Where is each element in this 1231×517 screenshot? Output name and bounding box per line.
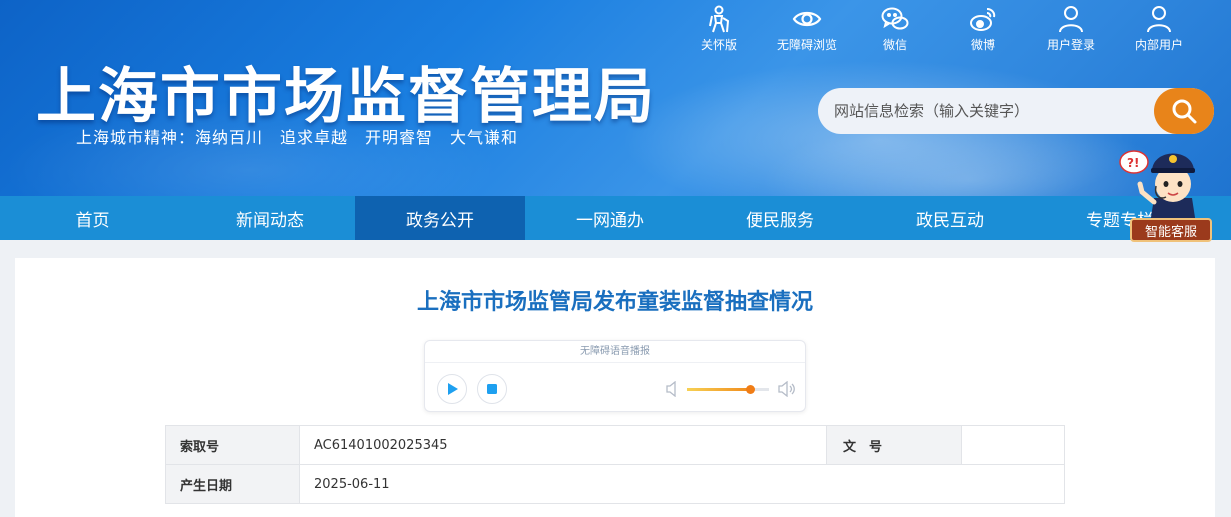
main-nav: 首页 新闻动态 政务公开 一网通办 便民服务 政民互动 专题专栏	[0, 196, 1231, 240]
weibo-icon	[970, 8, 996, 31]
article-title: 上海市市场监管局发布童装监督抽查情况	[416, 290, 813, 315]
volume-high-icon	[778, 381, 795, 397]
stop-button[interactable]	[477, 374, 507, 404]
top-link-care-version[interactable]: 关怀版	[675, 4, 763, 53]
nav-item-public-service[interactable]: 便民服务	[695, 196, 865, 240]
svg-text:?!: ?!	[1127, 156, 1139, 170]
top-links: 关怀版 无障碍浏览 微信 微博 用户登录 内部用户	[675, 4, 1203, 53]
volume-low-icon	[666, 381, 676, 397]
top-link-weibo[interactable]: 微博	[939, 4, 1027, 53]
nav-item-government-affairs[interactable]: 政务公开	[355, 196, 525, 240]
site-slogan: 上海城市精神：海纳百川 追求卓越 开明睿智 大气谦和	[76, 128, 519, 147]
nav-item-one-stop-service[interactable]: 一网通办	[525, 196, 695, 240]
search-box	[818, 88, 1214, 134]
table-row: 产生日期 2025-06-11	[165, 464, 1065, 504]
top-link-label: 微信	[882, 38, 907, 52]
meta-value-doc-no	[961, 425, 1065, 465]
top-link-internal-user[interactable]: 内部用户	[1115, 4, 1203, 53]
nav-item-interaction[interactable]: 政民互动	[865, 196, 1035, 240]
top-link-wechat[interactable]: 微信	[851, 4, 939, 53]
top-link-user-login[interactable]: 用户登录	[1027, 4, 1115, 53]
meta-label-index-no: 索取号	[165, 425, 300, 465]
top-link-label: 微博	[970, 38, 995, 52]
user-icon	[1147, 6, 1171, 33]
eye-icon	[792, 11, 822, 27]
meta-value-index-no: AC61401002025345	[299, 425, 827, 465]
top-link-label: 关怀版	[700, 38, 737, 52]
top-link-label: 用户登录	[1046, 38, 1095, 52]
meta-value-date: 2025-06-11	[299, 464, 1065, 504]
stop-icon	[487, 384, 497, 394]
assistant-label: 智能客服	[1130, 218, 1212, 242]
meta-table: 索取号 AC61401002025345 文 号 产生日期 2025-06-11	[165, 425, 1065, 504]
smart-assistant[interactable]: ?! 智能客服	[1118, 140, 1218, 244]
user-icon	[1059, 6, 1083, 33]
volume-fill	[687, 388, 751, 391]
table-row: 索取号 AC61401002025345 文 号	[165, 425, 1065, 465]
top-link-accessibility[interactable]: 无障碍浏览	[763, 4, 851, 53]
content-card: 上海市市场监管局发布童装监督抽查情况 无障碍语音播报 索取号 AC6140100…	[15, 258, 1215, 517]
assistant-avatar-icon: ?!	[1119, 150, 1196, 224]
search-button[interactable]	[1154, 88, 1214, 134]
nav-item-home[interactable]: 首页	[0, 196, 185, 240]
top-link-label: 无障碍浏览	[776, 38, 837, 52]
search-icon	[1172, 99, 1197, 124]
volume-knob[interactable]	[746, 385, 756, 394]
play-button[interactable]	[437, 374, 467, 404]
search-input[interactable]	[818, 102, 1148, 120]
meta-label-doc-no: 文 号	[826, 425, 962, 465]
elderly-care-icon	[709, 5, 730, 33]
play-icon	[448, 383, 458, 395]
volume-slider[interactable]	[687, 385, 769, 394]
wechat-icon	[881, 7, 909, 30]
top-link-label: 内部用户	[1134, 38, 1183, 52]
nav-item-news[interactable]: 新闻动态	[185, 196, 355, 240]
audio-player: 无障碍语音播报	[424, 340, 806, 412]
meta-label-date: 产生日期	[165, 464, 300, 504]
player-label: 无障碍语音播报	[425, 341, 805, 363]
header-banner: 上海市市场监督管理局 上海城市精神：海纳百川 追求卓越 开明睿智 大气谦和 关怀…	[0, 0, 1231, 196]
site-title[interactable]: 上海市市场监督管理局	[36, 48, 656, 135]
